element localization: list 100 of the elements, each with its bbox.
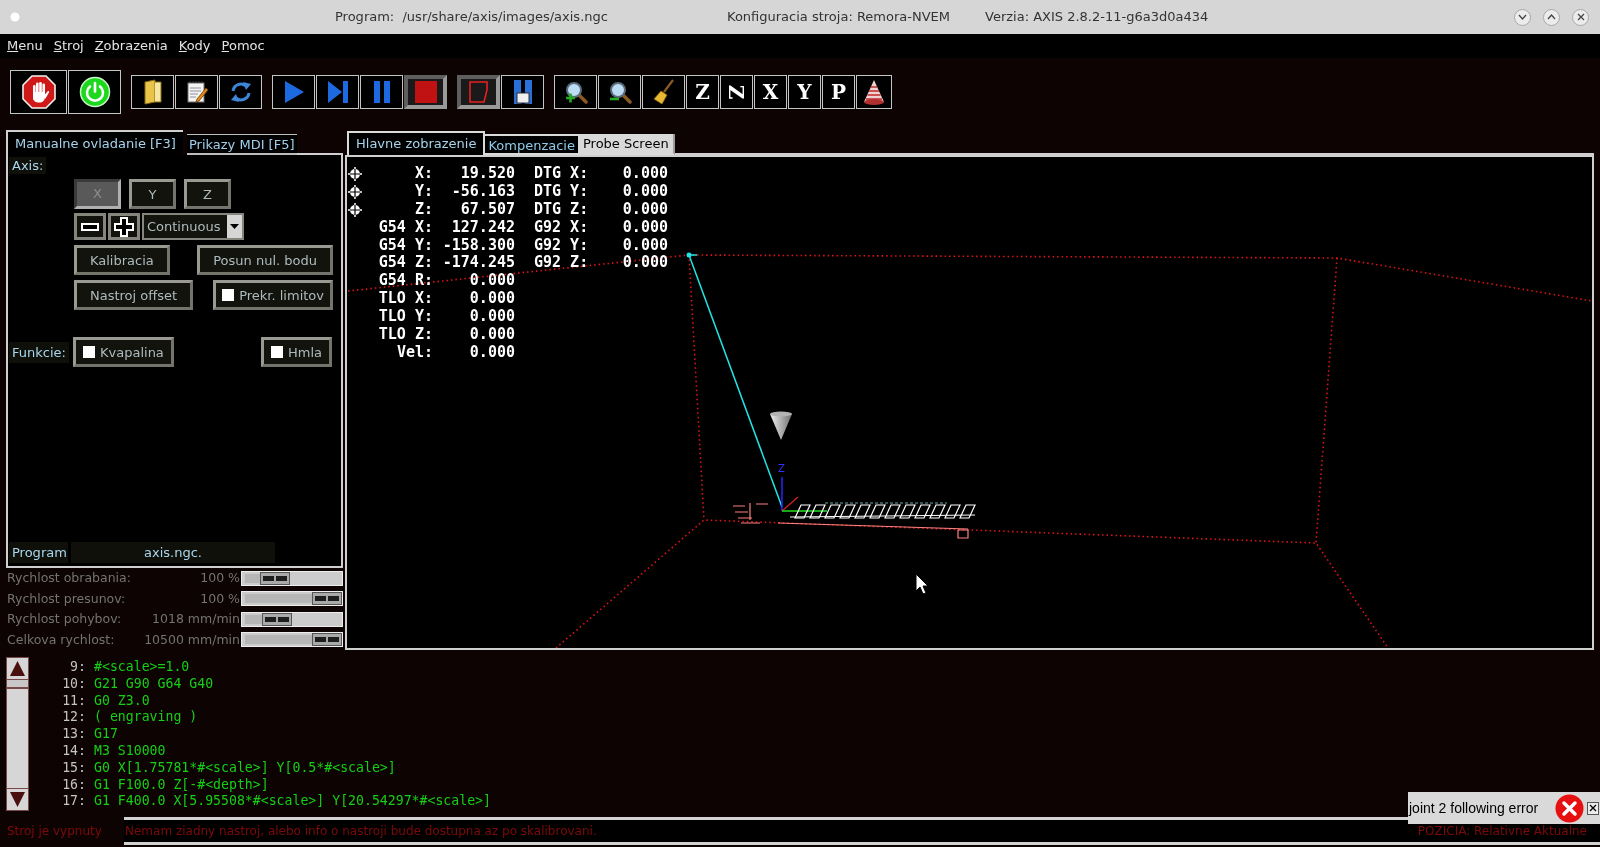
view-button[interactable]: P	[822, 74, 855, 109]
chevron-up-icon	[1547, 14, 1556, 20]
menu-item[interactable]: Stroj	[53, 38, 84, 54]
toolbar-button[interactable]	[316, 74, 359, 109]
menu-item[interactable]: Kody	[178, 38, 211, 54]
power-icon	[78, 75, 111, 108]
machine-status-text: Stroj je vypnuty	[7, 825, 102, 837]
toolbar-button[interactable]	[10, 69, 67, 114]
tab[interactable]: Kompenzacie	[485, 134, 579, 155]
toolbar-button[interactable]	[457, 74, 500, 109]
stop-hand-icon	[21, 74, 56, 109]
checkbox-button[interactable]: Kvapalina	[73, 337, 174, 367]
step-forward-icon	[326, 79, 349, 104]
broom-icon	[651, 78, 676, 105]
dro-value: 0.000	[621, 165, 668, 183]
toolbar-button[interactable]	[360, 74, 403, 109]
toolbar-button[interactable]	[501, 74, 544, 109]
dro-label: Vel:	[395, 343, 433, 362]
dro-value: 67.507	[459, 200, 515, 219]
view-button[interactable]: X	[754, 74, 787, 109]
action-button[interactable]: Posun nul. bodu	[197, 245, 333, 275]
triangle-up-icon	[9, 660, 26, 677]
line-number: 14:	[61, 743, 86, 760]
code-line: G1 F100.0 Z[-#<depth>]	[94, 776, 269, 794]
dro-label: G92 Y:	[534, 236, 590, 255]
tab[interactable]: Prikazy MDI [F5]	[186, 134, 297, 155]
toolbar-button[interactable]	[219, 74, 262, 109]
line-number: 17:	[61, 793, 86, 811]
slider-thumb[interactable]	[312, 633, 342, 647]
code-line: G0 Z3.0	[94, 692, 150, 710]
dro-value: 0.000	[468, 290, 515, 309]
minimize-button[interactable]	[1514, 8, 1531, 26]
jog-mode-dropdown[interactable]: Continuous	[142, 213, 244, 240]
override-value: 10500 mm/min	[143, 633, 240, 646]
close-button[interactable]	[1572, 8, 1589, 26]
checkbox-button[interactable]: Hmla	[260, 337, 332, 367]
dro-label: Z:	[413, 200, 433, 219]
toolbar-button[interactable]	[642, 74, 685, 109]
axis-label: Axis:	[9, 157, 47, 174]
tab[interactable]: Hlavne zobrazenie	[347, 131, 486, 155]
checkbox-button[interactable]: Prekr. limitov	[213, 280, 333, 310]
functions-label: Funkcie:	[9, 341, 69, 363]
toolbar-button[interactable]	[68, 69, 121, 114]
axis-button[interactable]: Y	[129, 179, 176, 209]
mouse-pointer-icon	[915, 573, 929, 595]
menu-item[interactable]: Pomoc	[221, 38, 265, 54]
scroll-thumb[interactable]	[7, 680, 28, 689]
scroll-down-button[interactable]	[7, 788, 28, 810]
line-number: 13:	[61, 726, 86, 743]
x-axis-line	[781, 510, 828, 512]
slider-track[interactable]	[241, 591, 343, 607]
menu-item[interactable]: Menu	[7, 38, 43, 54]
dro-label: Y:	[413, 182, 433, 201]
dro-label: X:	[413, 165, 433, 183]
override-value: 1018 mm/min	[151, 613, 240, 626]
menu-item[interactable]: Zobrazenia	[94, 38, 168, 54]
jog-plus-button[interactable]	[108, 213, 140, 240]
override-label: Rychlost pohybov:	[7, 613, 123, 626]
slider-track[interactable]	[241, 611, 343, 627]
slider-thumb[interactable]	[312, 592, 342, 606]
view-button[interactable]: Z	[686, 74, 719, 109]
action-button[interactable]: Nastroj offset	[74, 280, 194, 310]
override-label: Rychlost obrabania:	[7, 572, 132, 585]
dro-label: G54 X:	[377, 218, 433, 237]
play-icon	[282, 79, 305, 104]
action-button[interactable]: Kalibracia	[74, 245, 170, 275]
maximize-button[interactable]	[1543, 8, 1560, 26]
close-button[interactable]	[1587, 801, 1599, 815]
axis-button[interactable]: Z	[184, 179, 231, 209]
toolbar-button[interactable]	[554, 74, 597, 109]
line-number: 15:	[61, 759, 86, 777]
close-icon	[1589, 804, 1597, 812]
toolbar-button[interactable]	[404, 74, 447, 109]
dro-label: TLO Y:	[377, 308, 433, 327]
code-line: ( engraving )	[94, 709, 198, 727]
slider-track[interactable]	[241, 570, 343, 586]
toolbar-button[interactable]	[856, 74, 892, 109]
slider-thumb[interactable]	[259, 571, 290, 585]
stop-square-icon	[413, 79, 438, 104]
tab[interactable]: Manualne ovladanie [F3]	[6, 130, 183, 155]
toolbar-button[interactable]	[272, 74, 315, 109]
slider-track[interactable]	[241, 632, 343, 648]
toolbar-button[interactable]	[598, 74, 641, 109]
dro-value: 19.520	[459, 165, 515, 183]
toolbar-button[interactable]	[131, 74, 174, 109]
view-button[interactable]: Z	[720, 74, 753, 109]
tab[interactable]: Probe Screen	[578, 134, 675, 155]
refresh-icon	[228, 79, 253, 104]
jog-minus-button[interactable]	[74, 213, 106, 240]
dro-value: -56.163	[450, 182, 515, 201]
dro-label: G92 Z:	[534, 254, 590, 273]
z-axis-line	[781, 476, 783, 512]
toolbar-button[interactable]	[175, 74, 218, 109]
dro-value: 0.000	[621, 236, 668, 255]
dro-label: G54 Z:	[377, 254, 433, 273]
slider-thumb[interactable]	[262, 612, 293, 626]
scrollbar[interactable]	[6, 657, 29, 811]
line-number: 12:	[61, 709, 86, 727]
view-button[interactable]: Y	[788, 74, 821, 109]
error-icon	[1555, 793, 1584, 823]
